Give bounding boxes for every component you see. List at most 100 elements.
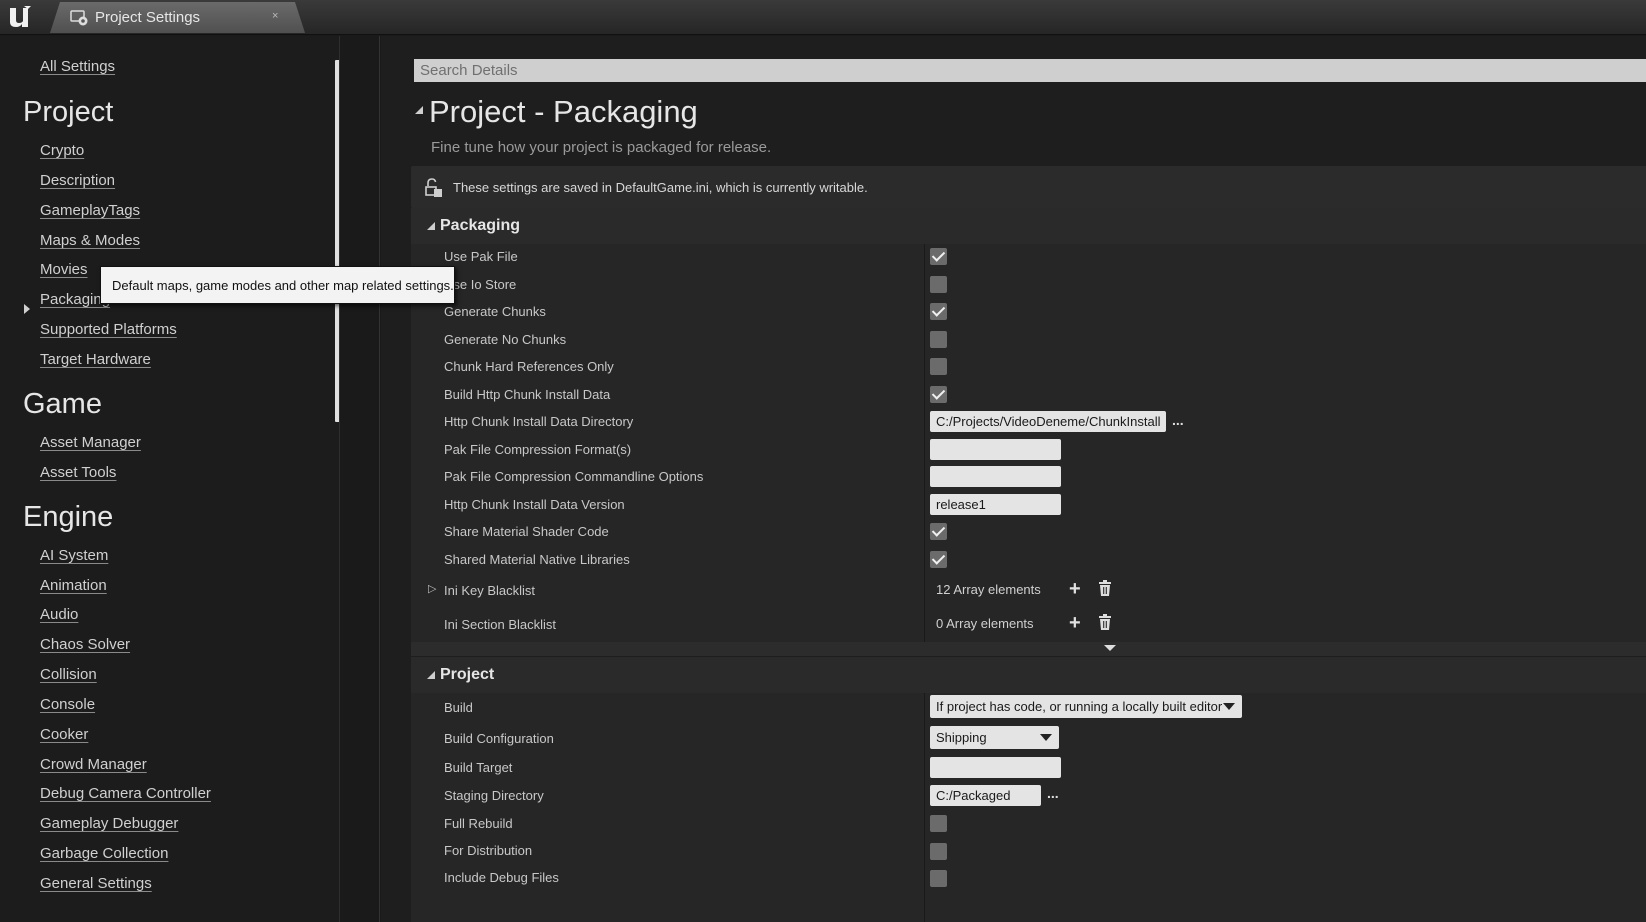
setting-label: Staging Directory <box>444 788 544 803</box>
setting-row-shared-material-native: Shared Material Native Libraries <box>411 546 1646 574</box>
page-title: Project - Packaging <box>429 94 698 129</box>
full-rebuild-checkbox[interactable] <box>930 815 947 832</box>
setting-row-full-rebuild: Full Rebuild <box>411 809 1646 837</box>
add-element-icon[interactable]: + <box>1069 578 1081 601</box>
array-count: 0 Array elements <box>936 616 1034 631</box>
sidebar-item-maps-modes[interactable]: Maps & Modes <box>40 232 140 249</box>
section-title: Project <box>440 666 495 683</box>
sidebar-item-asset-tools[interactable]: Asset Tools <box>40 464 116 481</box>
for-distribution-checkbox[interactable] <box>930 843 947 860</box>
use-io-store-checkbox[interactable] <box>930 276 947 293</box>
sidebar-item-crowd-manager[interactable]: Crowd Manager <box>40 756 147 773</box>
selected-arrow-icon <box>24 304 30 314</box>
project-settings-window: Project Settings × All Settings Project … <box>0 0 1646 922</box>
tooltip-text: Default maps, game modes and other map r… <box>112 278 454 293</box>
collapse-arrow-icon <box>427 222 435 230</box>
advanced-expander[interactable] <box>411 642 1646 656</box>
setting-label: Full Rebuild <box>444 816 513 831</box>
sidebar-item-debug-camera-controller[interactable]: Debug Camera Controller <box>40 785 211 802</box>
setting-row-pak-compression-options: Pak File Compression Commandline Options <box>411 463 1646 491</box>
setting-label: Http Chunk Install Data Directory <box>444 414 634 429</box>
setting-row-generate-chunks: Generate Chunks <box>411 298 1646 326</box>
setting-row-build-target: Build Target <box>411 753 1646 781</box>
collapse-arrow-icon <box>427 671 435 679</box>
details-panel: Project - Packaging Fine tune how your p… <box>381 36 1646 922</box>
sidebar-item-supported-platforms[interactable]: Supported Platforms <box>40 321 177 338</box>
setting-row-build: Build If project has code, or running a … <box>411 693 1646 723</box>
sidebar-item-gameplaytags[interactable]: GameplayTags <box>40 202 140 219</box>
sidebar-item-animation[interactable]: Animation <box>40 577 107 594</box>
expand-arrow-icon[interactable]: ▷ <box>428 582 436 595</box>
setting-label: Generate No Chunks <box>444 332 567 347</box>
http-chunk-version-field[interactable]: release1 <box>930 494 1061 515</box>
tab-project-settings[interactable]: Project Settings × <box>50 2 305 33</box>
pak-compression-options-field[interactable] <box>930 466 1061 487</box>
pak-compression-format-field[interactable] <box>930 439 1061 460</box>
trash-icon[interactable] <box>1098 614 1112 630</box>
config-notice: These settings are saved in DefaultGame.… <box>411 166 1646 208</box>
sidebar-item-cooker[interactable]: Cooker <box>40 726 88 743</box>
share-material-shader-checkbox[interactable] <box>930 523 947 540</box>
setting-label: Generate Chunks <box>444 304 546 319</box>
generate-no-chunks-checkbox[interactable] <box>930 331 947 348</box>
browse-button[interactable]: ... <box>1172 412 1184 428</box>
setting-row-include-debug-files: Include Debug Files <box>411 864 1646 892</box>
shared-material-native-checkbox[interactable] <box>930 551 947 568</box>
setting-row-generate-no-chunks: Generate No Chunks <box>411 326 1646 354</box>
setting-label: Build Target <box>444 760 513 775</box>
sidebar-heading-engine: Engine <box>23 501 114 533</box>
sidebar-item-console[interactable]: Console <box>40 696 95 713</box>
sidebar-item-garbage-collection[interactable]: Garbage Collection <box>40 845 168 862</box>
setting-row-for-distribution: For Distribution <box>411 837 1646 865</box>
sidebar-item-crypto[interactable]: Crypto <box>40 142 84 159</box>
setting-label: Http Chunk Install Data Version <box>444 497 625 512</box>
setting-label: Pak File Compression Commandline Options <box>444 469 704 484</box>
setting-row-use-pak-file: Use Pak File <box>411 243 1646 271</box>
settings-gear-icon <box>70 10 88 26</box>
http-chunk-directory-field[interactable]: C:/Projects/VideoDeneme/ChunkInstall <box>930 411 1166 432</box>
sidebar-item-chaos-solver[interactable]: Chaos Solver <box>40 636 130 653</box>
sidebar-item-gameplay-debugger[interactable]: Gameplay Debugger <box>40 815 178 832</box>
sidebar-item-audio[interactable]: Audio <box>40 606 78 623</box>
project-section: Project Build If project has code, or ru… <box>411 657 1646 922</box>
build-dropdown[interactable]: If project has code, or running a locall… <box>930 695 1242 718</box>
generate-chunks-checkbox[interactable] <box>930 303 947 320</box>
build-configuration-dropdown[interactable]: Shipping <box>930 726 1059 749</box>
staging-directory-field[interactable]: C:/Packaged <box>930 785 1041 806</box>
sidebar-heading-project: Project <box>23 96 114 128</box>
sidebar-item-description[interactable]: Description <box>40 172 115 189</box>
collapse-category-icon[interactable] <box>415 106 423 114</box>
setting-label: Chunk Hard References Only <box>444 359 614 374</box>
use-pak-file-checkbox[interactable] <box>930 248 947 265</box>
sidebar-item-asset-manager[interactable]: Asset Manager <box>40 434 141 451</box>
packaging-section-header[interactable]: Packaging <box>411 208 1646 244</box>
setting-label: Share Material Shader Code <box>444 524 609 539</box>
search-details-input[interactable] <box>414 59 1646 82</box>
setting-label: Pak File Compression Format(s) <box>444 442 632 457</box>
build-target-field[interactable] <box>930 757 1061 778</box>
sidebar-item-general-settings[interactable]: General Settings <box>40 875 152 892</box>
include-debug-files-checkbox[interactable] <box>930 870 947 887</box>
sidebar-item-ai-system[interactable]: AI System <box>40 547 108 564</box>
sidebar-item-target-hardware[interactable]: Target Hardware <box>40 351 151 368</box>
setting-label: Ini Key Blacklist <box>444 583 536 598</box>
splitter[interactable] <box>340 36 380 922</box>
dropdown-value: Shipping <box>936 730 987 745</box>
trash-icon[interactable] <box>1098 580 1112 596</box>
sidebar-item-movies[interactable]: Movies <box>40 261 88 278</box>
unlocked-icon <box>425 178 442 197</box>
sidebar-item-collision[interactable]: Collision <box>40 666 97 683</box>
chevron-down-icon <box>1104 645 1116 651</box>
unreal-logo-icon[interactable] <box>4 3 34 31</box>
close-tab-icon[interactable]: × <box>272 10 278 22</box>
setting-label: Build Http Chunk Install Data <box>444 387 611 402</box>
section-title: Packaging <box>440 217 521 234</box>
project-section-header[interactable]: Project <box>411 657 1646 693</box>
chunk-hard-references-checkbox[interactable] <box>930 358 947 375</box>
sidebar-item-all-settings[interactable]: All Settings <box>40 58 115 75</box>
build-http-chunk-checkbox[interactable] <box>930 386 947 403</box>
setting-row-build-http-chunk: Build Http Chunk Install Data <box>411 381 1646 409</box>
add-element-icon[interactable]: + <box>1069 612 1081 635</box>
browse-button[interactable]: ... <box>1047 785 1059 801</box>
notice-text: These settings are saved in DefaultGame.… <box>453 180 868 195</box>
